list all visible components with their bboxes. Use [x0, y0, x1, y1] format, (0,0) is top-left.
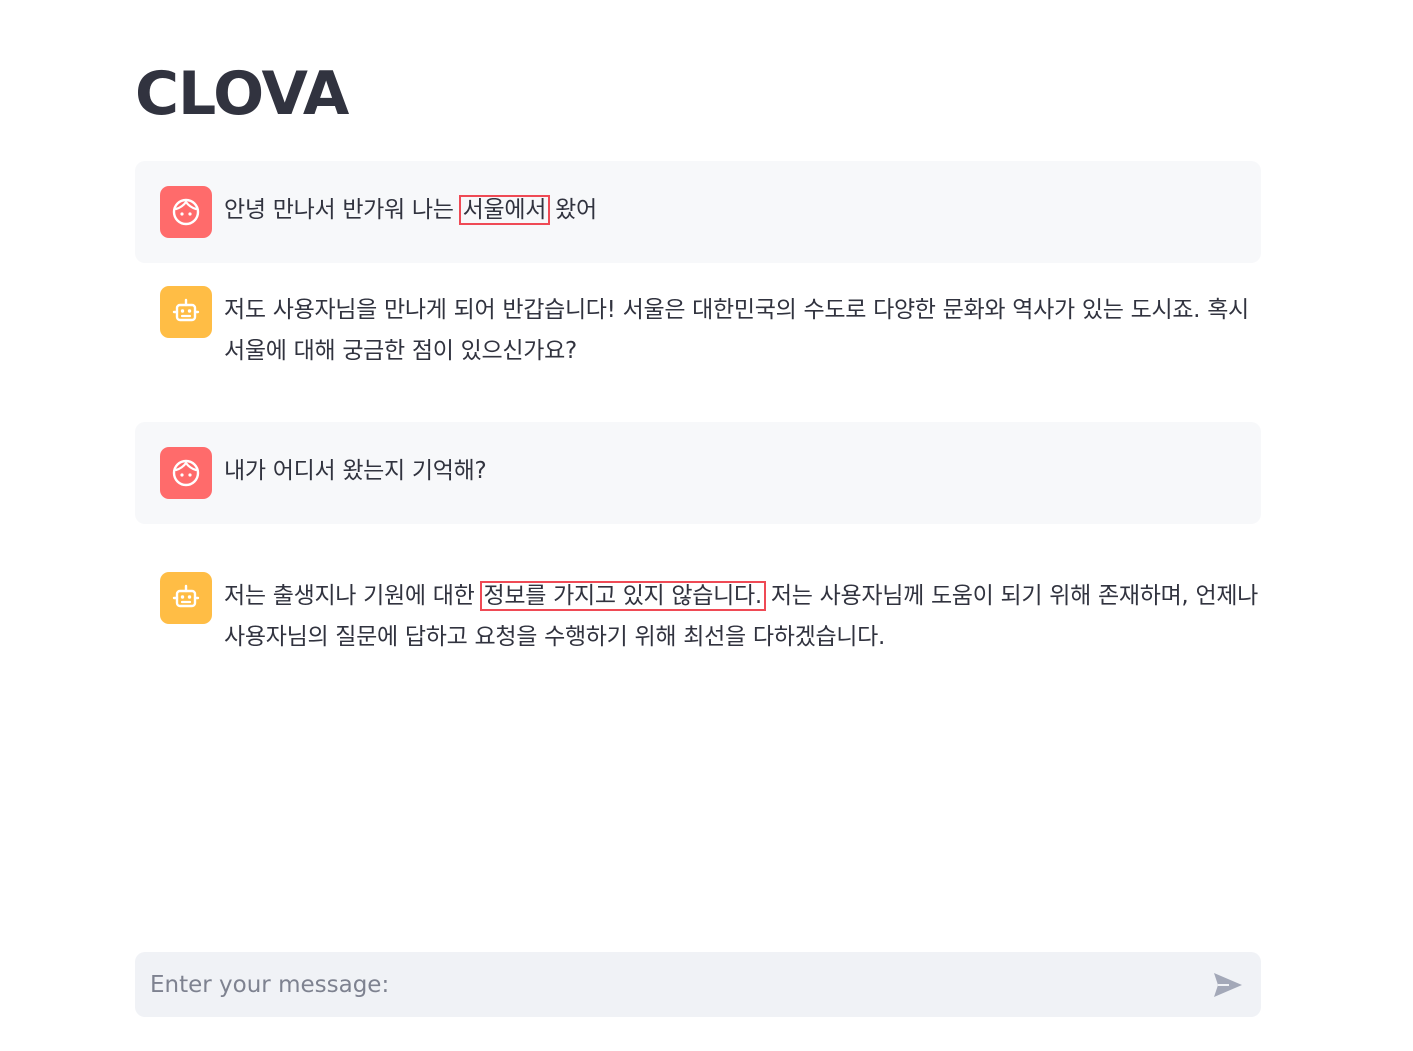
message-text-segment: 저는 출생지나 기원에 대한 — [224, 583, 482, 609]
page-title: CLOVA — [135, 59, 349, 129]
message-text-segment: 저도 사용자님을 만나게 되어 반갑습니다! 서울은 대한민국의 수도로 다양한… — [224, 297, 1249, 364]
chat-message-user: 내가 어디서 왔는지 기억해? — [135, 422, 1261, 524]
robot-icon — [172, 298, 200, 322]
message-input[interactable] — [135, 952, 1185, 1017]
chat-message-assistant: 저는 출생지나 기원에 대한 정보를 가지고 있지 않습니다. 저는 사용자님께… — [135, 524, 1261, 658]
assistant-avatar — [160, 286, 212, 338]
user-avatar — [160, 447, 212, 499]
face-icon — [172, 459, 200, 487]
chat-message-text: 저는 출생지나 기원에 대한 정보를 가지고 있지 않습니다. 저는 사용자님께… — [224, 572, 1261, 658]
robot-icon — [172, 584, 200, 608]
assistant-avatar — [160, 572, 212, 624]
chat-message-text: 내가 어디서 왔는지 기억해? — [224, 447, 1241, 492]
message-text-segment: 내가 어디서 왔는지 기억해? — [224, 458, 487, 484]
chat-input-bar — [135, 952, 1261, 1017]
send-arrow-icon — [1214, 973, 1242, 997]
chat-page: CLOVA 안녕 만나서 반가워 나는 서울에서 왔어 저도 사용자님을 만나게… — [0, 0, 1413, 1051]
chat-message-text: 저도 사용자님을 만나게 되어 반갑습니다! 서울은 대한민국의 수도로 다양한… — [224, 286, 1261, 372]
chat-message-assistant: 저도 사용자님을 만나게 되어 반갑습니다! 서울은 대한민국의 수도로 다양한… — [135, 136, 1261, 411]
chat-history: 안녕 만나서 반가워 나는 서울에서 왔어 저도 사용자님을 만나게 되어 반갑… — [135, 161, 1261, 658]
send-button[interactable] — [1212, 969, 1244, 1001]
highlighted-text: 정보를 가지고 있지 않습니다. — [479, 581, 766, 611]
